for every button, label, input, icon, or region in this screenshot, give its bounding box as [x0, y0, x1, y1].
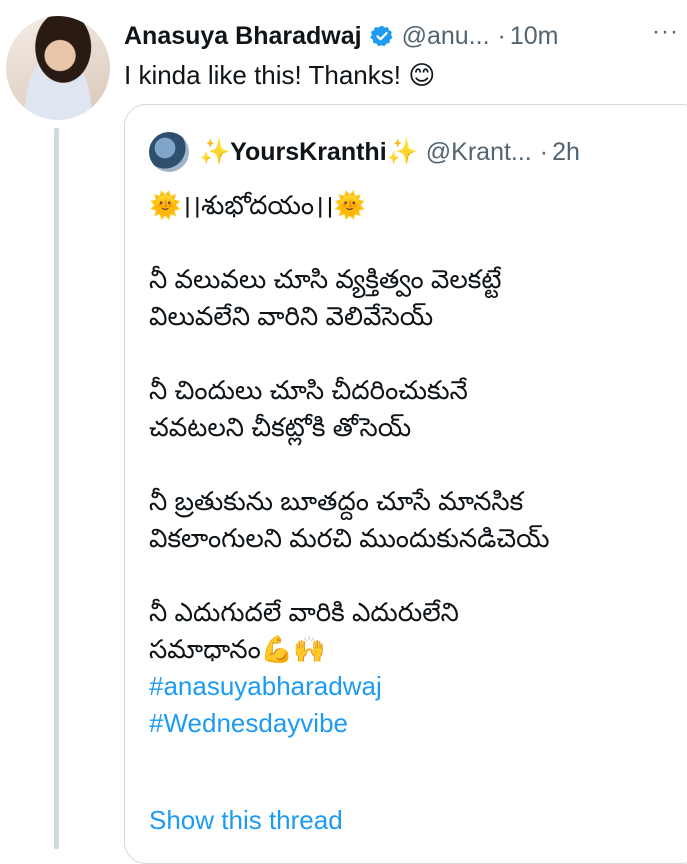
- more-options-icon[interactable]: ···: [652, 18, 679, 46]
- quoted-line: నీ ఎదుగుదలే వారికి ఎదురులేని: [149, 597, 459, 627]
- quoted-line: సమాధానం💪🙌: [149, 634, 326, 664]
- tweet-text: I kinda like this! Thanks! 😊: [124, 58, 435, 92]
- quoted-author-avatar[interactable]: [149, 132, 189, 172]
- sparkle-emoji: ✨: [386, 137, 418, 166]
- quoted-line: నీ వలువలు చూసి వ్యక్తిత్వం వెలకట్టే: [149, 264, 502, 294]
- quoted-author-name[interactable]: ✨YoursKranthi✨: [199, 138, 418, 167]
- thread-connector-line: [54, 128, 59, 849]
- quoted-tweet-card[interactable]: ✨YoursKranthi✨ @Krant... · 2h 🌞।।శుభోదయం…: [124, 104, 687, 864]
- hashtag-link[interactable]: #Wednesdayvibe: [149, 708, 348, 738]
- tweet-header: Anasuya Bharadwaj @anu... · 10m ···: [124, 18, 687, 54]
- quoted-author-handle[interactable]: @Krant...: [426, 138, 532, 167]
- sparkle-emoji: ✨: [199, 137, 231, 166]
- author-avatar[interactable]: [6, 16, 110, 120]
- author-handle[interactable]: @anu...: [402, 22, 490, 51]
- quoted-tweet-body: 🌞।।శుభోదయం।।🌞 నీ వలువలు చూసి వ్యక్తిత్వం…: [149, 187, 687, 742]
- separator-dot: ·: [497, 21, 506, 50]
- show-this-thread-link[interactable]: Show this thread: [149, 805, 343, 836]
- quoted-line: నీ బ్రతుకును బూతద్దం చూసే మానసిక: [149, 486, 524, 516]
- quoted-line: విలువలేని వారిని వెలివేసెయ్: [149, 301, 434, 331]
- quoted-line: వికలాంగులని మరచి ముందుకునడిచెయ్: [149, 523, 550, 553]
- smile-emoji: 😊: [408, 60, 436, 90]
- verified-badge-icon: [369, 24, 394, 48]
- quoted-line: 🌞।।శుభోదయం।।🌞: [149, 190, 367, 220]
- author-name[interactable]: Anasuya Bharadwaj: [124, 22, 362, 51]
- hashtag-link[interactable]: #anasuyabharadwaj: [149, 671, 382, 701]
- quoted-line: చవటలని చీకట్లోకి తోసెయ్: [149, 412, 412, 442]
- tweet-text-content: I kinda like this! Thanks!: [124, 60, 401, 90]
- quoted-tweet-timestamp[interactable]: 2h: [552, 138, 580, 167]
- quoted-author-name-text: YoursKranthi: [230, 137, 387, 166]
- quoted-line: నీ చిందులు చూసి చీదరించుకునే: [149, 375, 468, 405]
- quoted-tweet-header: ✨YoursKranthi✨ @Krant... · 2h: [149, 132, 580, 172]
- tweet-timestamp[interactable]: 10m: [510, 22, 559, 51]
- separator-dot: ·: [539, 137, 549, 166]
